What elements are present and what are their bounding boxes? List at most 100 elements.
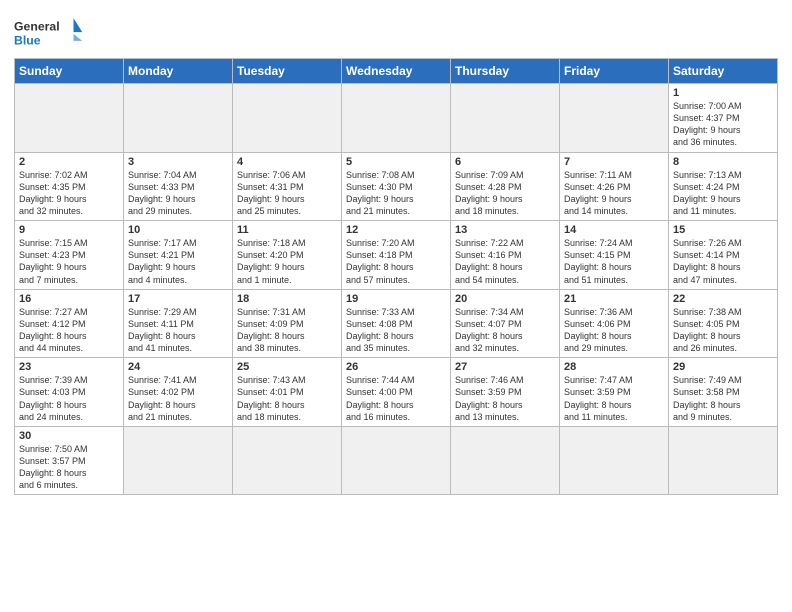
day-info: Sunrise: 7:24 AM Sunset: 4:15 PM Dayligh… xyxy=(564,237,664,286)
calendar-cell: 24Sunrise: 7:41 AM Sunset: 4:02 PM Dayli… xyxy=(124,358,233,427)
day-info: Sunrise: 7:02 AM Sunset: 4:35 PM Dayligh… xyxy=(19,169,119,218)
calendar-cell: 4Sunrise: 7:06 AM Sunset: 4:31 PM Daylig… xyxy=(233,152,342,221)
day-number: 13 xyxy=(455,224,555,236)
calendar-cell xyxy=(669,426,778,495)
day-number: 17 xyxy=(128,293,228,305)
day-number: 18 xyxy=(237,293,337,305)
day-of-week-header: Sunday xyxy=(15,59,124,84)
day-of-week-header: Thursday xyxy=(451,59,560,84)
day-number: 25 xyxy=(237,361,337,373)
day-info: Sunrise: 7:17 AM Sunset: 4:21 PM Dayligh… xyxy=(128,237,228,286)
day-number: 2 xyxy=(19,156,119,168)
day-number: 23 xyxy=(19,361,119,373)
day-info: Sunrise: 7:18 AM Sunset: 4:20 PM Dayligh… xyxy=(237,237,337,286)
day-number: 27 xyxy=(455,361,555,373)
day-info: Sunrise: 7:44 AM Sunset: 4:00 PM Dayligh… xyxy=(346,374,446,423)
day-number: 20 xyxy=(455,293,555,305)
day-info: Sunrise: 7:31 AM Sunset: 4:09 PM Dayligh… xyxy=(237,306,337,355)
day-info: Sunrise: 7:06 AM Sunset: 4:31 PM Dayligh… xyxy=(237,169,337,218)
day-info: Sunrise: 7:22 AM Sunset: 4:16 PM Dayligh… xyxy=(455,237,555,286)
day-number: 16 xyxy=(19,293,119,305)
calendar-cell xyxy=(15,84,124,153)
calendar-cell xyxy=(124,84,233,153)
day-number: 28 xyxy=(564,361,664,373)
calendar-cell xyxy=(124,426,233,495)
day-info: Sunrise: 7:09 AM Sunset: 4:28 PM Dayligh… xyxy=(455,169,555,218)
day-info: Sunrise: 7:27 AM Sunset: 4:12 PM Dayligh… xyxy=(19,306,119,355)
day-number: 1 xyxy=(673,87,773,99)
day-info: Sunrise: 7:04 AM Sunset: 4:33 PM Dayligh… xyxy=(128,169,228,218)
calendar-cell: 15Sunrise: 7:26 AM Sunset: 4:14 PM Dayli… xyxy=(669,221,778,290)
day-info: Sunrise: 7:47 AM Sunset: 3:59 PM Dayligh… xyxy=(564,374,664,423)
day-number: 24 xyxy=(128,361,228,373)
calendar-cell: 2Sunrise: 7:02 AM Sunset: 4:35 PM Daylig… xyxy=(15,152,124,221)
svg-text:General: General xyxy=(14,19,60,33)
svg-text:Blue: Blue xyxy=(14,33,41,47)
calendar-cell: 8Sunrise: 7:13 AM Sunset: 4:24 PM Daylig… xyxy=(669,152,778,221)
day-of-week-header: Friday xyxy=(560,59,669,84)
day-number: 6 xyxy=(455,156,555,168)
calendar-cell: 21Sunrise: 7:36 AM Sunset: 4:06 PM Dayli… xyxy=(560,289,669,358)
calendar-cell: 26Sunrise: 7:44 AM Sunset: 4:00 PM Dayli… xyxy=(342,358,451,427)
day-info: Sunrise: 7:38 AM Sunset: 4:05 PM Dayligh… xyxy=(673,306,773,355)
calendar-cell: 3Sunrise: 7:04 AM Sunset: 4:33 PM Daylig… xyxy=(124,152,233,221)
calendar-cell: 22Sunrise: 7:38 AM Sunset: 4:05 PM Dayli… xyxy=(669,289,778,358)
day-number: 12 xyxy=(346,224,446,236)
day-number: 9 xyxy=(19,224,119,236)
day-info: Sunrise: 7:15 AM Sunset: 4:23 PM Dayligh… xyxy=(19,237,119,286)
day-number: 5 xyxy=(346,156,446,168)
calendar-cell: 20Sunrise: 7:34 AM Sunset: 4:07 PM Dayli… xyxy=(451,289,560,358)
day-number: 7 xyxy=(564,156,664,168)
day-of-week-header: Wednesday xyxy=(342,59,451,84)
day-info: Sunrise: 7:08 AM Sunset: 4:30 PM Dayligh… xyxy=(346,169,446,218)
calendar-cell: 18Sunrise: 7:31 AM Sunset: 4:09 PM Dayli… xyxy=(233,289,342,358)
calendar-cell: 19Sunrise: 7:33 AM Sunset: 4:08 PM Dayli… xyxy=(342,289,451,358)
day-info: Sunrise: 7:36 AM Sunset: 4:06 PM Dayligh… xyxy=(564,306,664,355)
day-number: 15 xyxy=(673,224,773,236)
calendar-cell xyxy=(233,84,342,153)
calendar-cell xyxy=(451,426,560,495)
day-info: Sunrise: 7:43 AM Sunset: 4:01 PM Dayligh… xyxy=(237,374,337,423)
calendar-cell xyxy=(233,426,342,495)
calendar-cell: 29Sunrise: 7:49 AM Sunset: 3:58 PM Dayli… xyxy=(669,358,778,427)
day-number: 11 xyxy=(237,224,337,236)
calendar-cell xyxy=(560,426,669,495)
calendar-cell: 27Sunrise: 7:46 AM Sunset: 3:59 PM Dayli… xyxy=(451,358,560,427)
calendar-cell: 1Sunrise: 7:00 AM Sunset: 4:37 PM Daylig… xyxy=(669,84,778,153)
day-number: 4 xyxy=(237,156,337,168)
day-number: 19 xyxy=(346,293,446,305)
day-number: 26 xyxy=(346,361,446,373)
calendar-cell: 9Sunrise: 7:15 AM Sunset: 4:23 PM Daylig… xyxy=(15,221,124,290)
calendar-cell xyxy=(451,84,560,153)
day-number: 29 xyxy=(673,361,773,373)
calendar-cell: 6Sunrise: 7:09 AM Sunset: 4:28 PM Daylig… xyxy=(451,152,560,221)
day-info: Sunrise: 7:50 AM Sunset: 3:57 PM Dayligh… xyxy=(19,443,119,492)
calendar-cell: 17Sunrise: 7:29 AM Sunset: 4:11 PM Dayli… xyxy=(124,289,233,358)
day-info: Sunrise: 7:11 AM Sunset: 4:26 PM Dayligh… xyxy=(564,169,664,218)
calendar-cell xyxy=(560,84,669,153)
day-info: Sunrise: 7:49 AM Sunset: 3:58 PM Dayligh… xyxy=(673,374,773,423)
calendar-cell: 14Sunrise: 7:24 AM Sunset: 4:15 PM Dayli… xyxy=(560,221,669,290)
calendar-cell: 7Sunrise: 7:11 AM Sunset: 4:26 PM Daylig… xyxy=(560,152,669,221)
calendar-cell: 23Sunrise: 7:39 AM Sunset: 4:03 PM Dayli… xyxy=(15,358,124,427)
day-number: 10 xyxy=(128,224,228,236)
calendar-cell: 25Sunrise: 7:43 AM Sunset: 4:01 PM Dayli… xyxy=(233,358,342,427)
day-info: Sunrise: 7:46 AM Sunset: 3:59 PM Dayligh… xyxy=(455,374,555,423)
day-info: Sunrise: 7:13 AM Sunset: 4:24 PM Dayligh… xyxy=(673,169,773,218)
logo-svg: General Blue xyxy=(14,14,84,52)
day-number: 3 xyxy=(128,156,228,168)
day-number: 14 xyxy=(564,224,664,236)
calendar-cell xyxy=(342,84,451,153)
day-info: Sunrise: 7:41 AM Sunset: 4:02 PM Dayligh… xyxy=(128,374,228,423)
calendar-cell xyxy=(342,426,451,495)
calendar-cell: 11Sunrise: 7:18 AM Sunset: 4:20 PM Dayli… xyxy=(233,221,342,290)
calendar-cell: 30Sunrise: 7:50 AM Sunset: 3:57 PM Dayli… xyxy=(15,426,124,495)
day-info: Sunrise: 7:34 AM Sunset: 4:07 PM Dayligh… xyxy=(455,306,555,355)
logo: General Blue xyxy=(14,14,84,52)
calendar-cell: 5Sunrise: 7:08 AM Sunset: 4:30 PM Daylig… xyxy=(342,152,451,221)
page-header: General Blue xyxy=(14,10,778,52)
calendar-cell: 13Sunrise: 7:22 AM Sunset: 4:16 PM Dayli… xyxy=(451,221,560,290)
day-of-week-header: Monday xyxy=(124,59,233,84)
day-info: Sunrise: 7:20 AM Sunset: 4:18 PM Dayligh… xyxy=(346,237,446,286)
day-info: Sunrise: 7:00 AM Sunset: 4:37 PM Dayligh… xyxy=(673,100,773,149)
